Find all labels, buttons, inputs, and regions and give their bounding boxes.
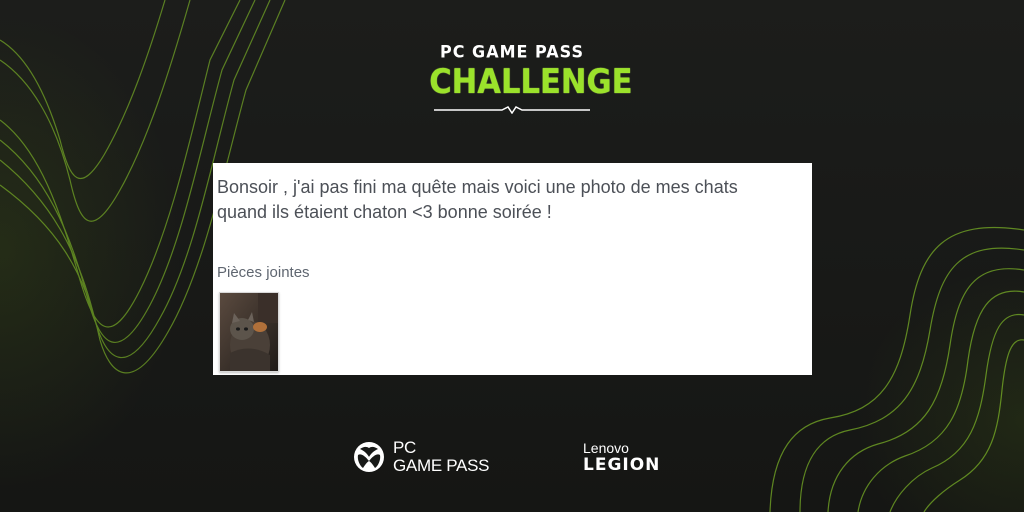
game-pass-wordmark: PC GAME PASS <box>393 439 489 475</box>
post-card: Bonsoir , j'ai pas fini ma quête mais vo… <box>213 163 812 375</box>
legion-wordmark: LEGION <box>583 455 661 475</box>
logo-underline-ornament <box>434 106 590 114</box>
pc-game-pass-footer-logo: PC GAME PASS <box>353 437 513 477</box>
gamepass-line-1: PC <box>393 438 417 457</box>
cat-photo-icon <box>220 293 278 371</box>
lenovo-wordmark: Lenovo <box>583 440 629 456</box>
attachment-thumbnail[interactable] <box>219 292 279 372</box>
post-message: Bonsoir , j'ai pas fini ma quête mais vo… <box>217 175 807 225</box>
pc-game-pass-challenge-logo: PC GAME PASS CHALLENGE <box>412 40 633 115</box>
message-line-2: quand ils étaient chaton <3 bonne soirée… <box>217 202 552 222</box>
logo-top-text: PC GAME PASS <box>440 41 584 62</box>
lenovo-legion-logo: Lenovo LEGION <box>583 440 683 480</box>
xbox-icon <box>354 442 384 472</box>
gamepass-line-2: GAME PASS <box>393 456 490 475</box>
message-line-1: Bonsoir , j'ai pas fini ma quête mais vo… <box>217 177 738 197</box>
logo-main-text: CHALLENGE <box>429 62 633 102</box>
attachments-label: Pièces jointes <box>217 264 310 281</box>
